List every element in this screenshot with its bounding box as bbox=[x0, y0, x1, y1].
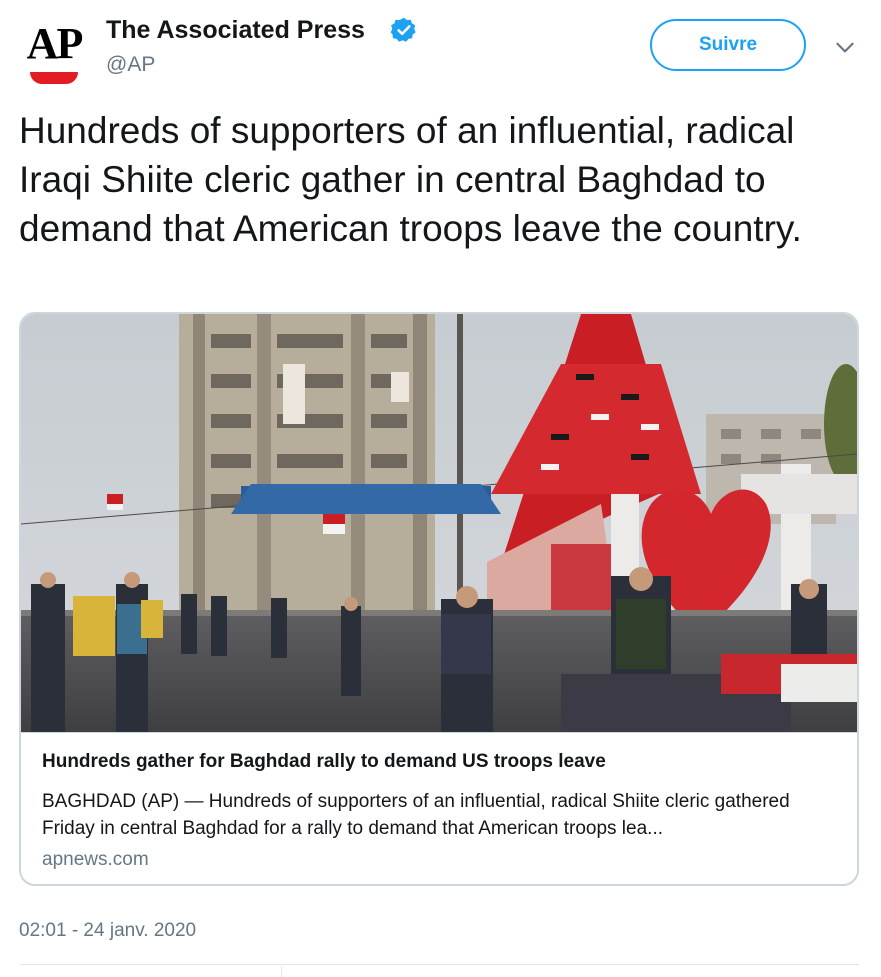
card-domain: apnews.com bbox=[42, 849, 149, 870]
chevron-down-icon[interactable] bbox=[832, 34, 858, 60]
card-body: Hundreds gather for Baghdad rally to dem… bbox=[21, 732, 857, 884]
verified-icon bbox=[390, 17, 416, 42]
divider bbox=[19, 964, 859, 965]
link-card[interactable]: Hundreds gather for Baghdad rally to dem… bbox=[19, 312, 859, 886]
tweet-text: Hundreds of supporters of an influential… bbox=[19, 110, 802, 249]
ap-logo-text: AP bbox=[26, 19, 84, 68]
ap-logo[interactable]: AP bbox=[22, 20, 86, 84]
card-description: BAGHDAD (AP) — Hundreds of supporters of… bbox=[42, 791, 790, 839]
tweet-timestamp[interactable]: 02:01 - 24 janv. 2020 bbox=[19, 920, 196, 942]
account-handle[interactable]: @AP bbox=[106, 53, 155, 77]
divider-vertical bbox=[281, 966, 282, 977]
ap-logo-red-bar bbox=[30, 72, 78, 84]
card-image[interactable] bbox=[21, 314, 857, 732]
tweet-header: AP The Associated Press @AP Suivre bbox=[0, 0, 881, 100]
card-title[interactable]: Hundreds gather for Baghdad rally to dem… bbox=[42, 751, 606, 773]
follow-button[interactable]: Suivre bbox=[650, 19, 806, 71]
account-name[interactable]: The Associated Press bbox=[106, 16, 365, 45]
